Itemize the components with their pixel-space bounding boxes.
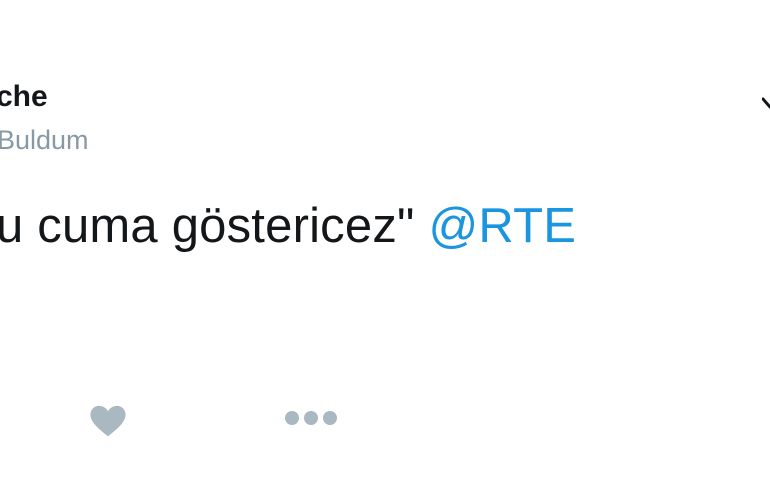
tweet-body: u cuma göstericez" [0,199,429,253]
tweet-card: che Buldum u cuma göstericez" @RTE [0,0,770,485]
mention-link[interactable]: @RTE [428,199,576,253]
heart-icon[interactable] [89,405,127,437]
tweet-text: u cuma göstericez" @RTE [0,198,576,254]
chevron-down-icon[interactable] [762,96,770,110]
display-name[interactable]: che [0,80,48,114]
username[interactable]: Buldum [0,125,89,156]
more-dots-icon[interactable] [284,409,338,427]
